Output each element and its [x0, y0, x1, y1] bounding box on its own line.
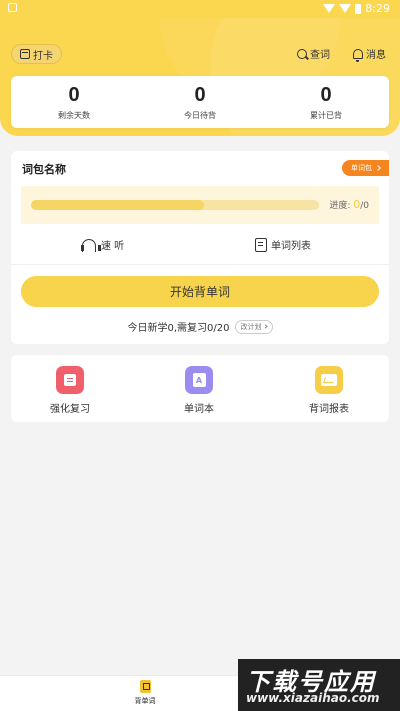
- progress-bar: [31, 200, 319, 210]
- stat-value: 0: [194, 84, 206, 106]
- wordbook-icon: A: [185, 366, 213, 394]
- plan-text: 今日新学0,需复习0/20: [127, 323, 230, 334]
- change-plan-button[interactable]: 改计划: [234, 319, 273, 334]
- checkin-label: 打卡: [33, 50, 53, 62]
- status-icons: 8:29: [323, 2, 390, 15]
- stat-today-pending: 0 今日待背: [137, 76, 263, 128]
- package-title: 词包名称: [22, 163, 66, 176]
- messages-button[interactable]: 消息: [353, 46, 386, 62]
- report-button[interactable]: 背词报表: [289, 366, 369, 415]
- search-icon: [297, 48, 307, 59]
- document-icon: [64, 374, 76, 386]
- watermark-url: www.xiazaihao.com: [246, 691, 380, 705]
- status-bar: 8:29: [0, 0, 400, 18]
- tab-label: 背单词: [134, 697, 156, 705]
- plan-summary: 今日新学0,需复习0/20 改计划: [11, 319, 389, 334]
- stat-label: 累计已背: [310, 111, 342, 120]
- word-list-label: 单词列表: [271, 241, 311, 252]
- progress-text: 进度: 0/0: [329, 198, 369, 211]
- stat-value: 0: [68, 84, 80, 106]
- quick-listen-button[interactable]: 速 听: [81, 237, 124, 252]
- word-list-button[interactable]: 单词列表: [255, 237, 311, 252]
- stat-value: 0: [320, 84, 332, 106]
- start-memorize-button[interactable]: 开始背单词: [21, 276, 379, 307]
- calendar-icon: [20, 49, 30, 59]
- change-plan-label: 改计划: [240, 322, 262, 331]
- watermark: 下载号应用 www.xiazaihao.com: [238, 659, 400, 711]
- checkin-button[interactable]: 打卡: [11, 44, 62, 64]
- tab-memorize[interactable]: 背单词: [125, 680, 165, 706]
- wordbook-button[interactable]: A 单词本: [159, 366, 239, 415]
- listen-label: 速 听: [101, 241, 125, 252]
- report-icon: [315, 366, 343, 394]
- search-word-button[interactable]: 查词: [297, 46, 330, 61]
- tool-label: 强化复习: [50, 404, 90, 415]
- tool-label: 单词本: [184, 404, 214, 415]
- tools-card: 强化复习 A 单词本 背词报表: [11, 355, 389, 422]
- progress-panel: 进度: 0/0: [21, 186, 379, 224]
- book-glyph: A: [192, 373, 206, 387]
- progress-total: /0: [360, 201, 369, 211]
- chart-icon: [321, 374, 337, 386]
- tool-label: 背词报表: [309, 404, 349, 415]
- progress-fill: [31, 200, 204, 210]
- stats-card: 0 剩余天数 0 今日待背 0 累计已背: [11, 76, 389, 128]
- divider: [11, 264, 389, 265]
- notification-icon: [8, 3, 17, 12]
- signal-icon: [339, 4, 352, 13]
- chevron-right-icon: [262, 324, 268, 329]
- stat-label: 剩余天数: [58, 111, 90, 120]
- word-package-label: 单词包: [351, 164, 372, 172]
- intensive-review-button[interactable]: 强化复习: [30, 366, 110, 415]
- word-package-card: 词包名称 单词包 进度: 0/0 速 听 单词列表 开始背单词 今日新学0,需复…: [11, 151, 389, 344]
- bell-icon: [353, 48, 363, 62]
- quick-actions: 速 听 单词列表: [11, 237, 389, 259]
- list-icon: [255, 237, 267, 252]
- stat-remaining-days: 0 剩余天数: [11, 76, 137, 128]
- word-package-button[interactable]: 单词包: [342, 160, 389, 176]
- wifi-icon: [323, 4, 336, 13]
- stat-total-learned: 0 累计已背: [263, 76, 389, 128]
- stat-label: 今日待背: [184, 111, 216, 120]
- headphone-icon: [81, 238, 101, 252]
- review-icon: [56, 366, 84, 394]
- battery-icon: [355, 3, 362, 14]
- messages-label: 消息: [366, 50, 386, 61]
- chevron-right-icon: [375, 165, 381, 171]
- search-label: 查词: [310, 50, 330, 61]
- status-time: 8:29: [365, 2, 390, 15]
- progress-label: 进度:: [329, 201, 351, 211]
- book-icon: [139, 680, 151, 693]
